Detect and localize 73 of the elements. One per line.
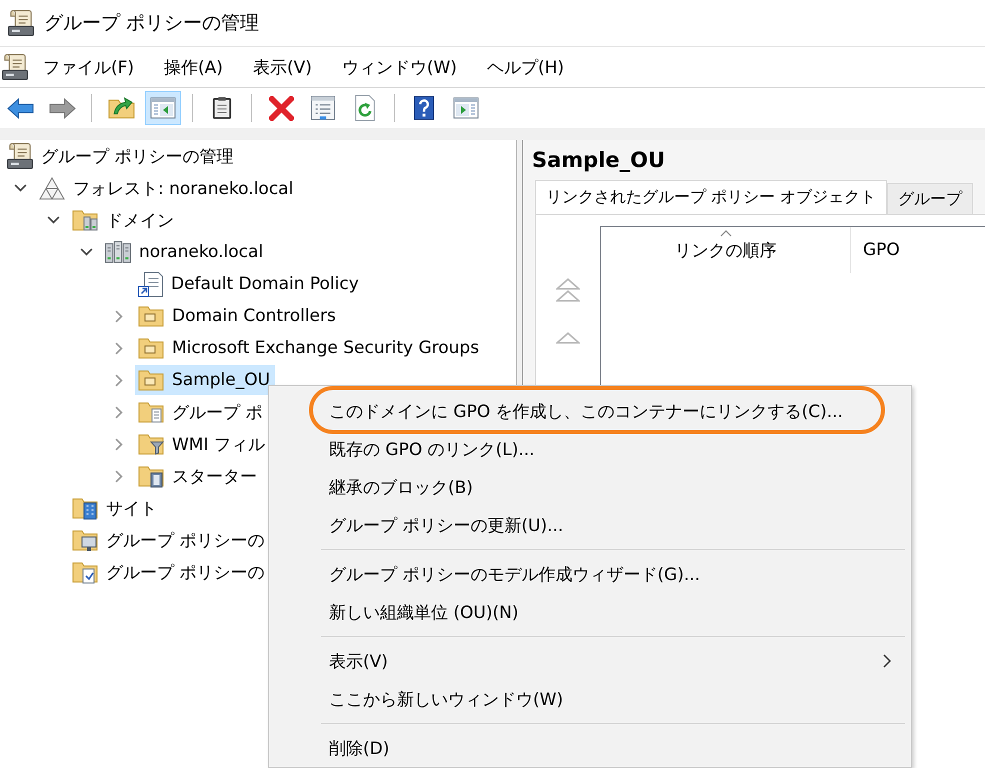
window-panel-icon: [150, 97, 176, 119]
document-shortcut-icon: [138, 272, 163, 296]
sort-caret-icon: [720, 230, 732, 237]
chevron-right-icon[interactable]: [115, 438, 123, 450]
column-header[interactable]: GPO: [851, 227, 912, 273]
menu-item[interactable]: ここから新しいウィンドウ(W): [317, 680, 576, 718]
scroll-computer-icon[interactable]: [2, 54, 28, 80]
tree-item[interactable]: グループ ポリシーの管理: [4, 141, 238, 171]
tree-item[interactable]: Default Domain Policy: [135, 269, 364, 299]
menu-item[interactable]: 削除(D): [317, 729, 402, 767]
delete-icon: [268, 96, 294, 120]
tree-item[interactable]: グループ ポリシーの: [69, 557, 270, 587]
triangles-icon: [39, 176, 65, 200]
tree-item[interactable]: Sample_OU: [135, 365, 276, 395]
tree-item[interactable]: グループ ポ: [135, 397, 268, 427]
chevron-right-icon[interactable]: [115, 342, 123, 354]
chevron-right-icon[interactable]: [115, 310, 123, 322]
menu-item[interactable]: 継承のブロック(B): [317, 468, 485, 506]
chevron-right-icon[interactable]: [115, 470, 123, 482]
folder-report-icon: [72, 560, 98, 584]
menu-item[interactable]: 新しい組織単位 (OU)(N): [317, 593, 530, 631]
arrow-left-icon: [6, 98, 34, 118]
menu-item[interactable]: このドメインに GPO を作成し、このコンテナーにリンクする(C)...: [317, 392, 855, 430]
menu-item[interactable]: グループ ポリシーのモデル作成ウィザード(G)...: [317, 555, 712, 593]
tree-item[interactable]: サイト: [69, 493, 162, 523]
chevron-down-icon[interactable]: [14, 184, 26, 192]
folder-card-icon: [138, 336, 164, 360]
folder-card-icon: [138, 368, 164, 392]
folder-document-icon: [138, 400, 164, 424]
folder-arrow-icon: [108, 97, 134, 119]
tab[interactable]: グループ: [887, 183, 974, 214]
folder-monitor-icon: [72, 528, 98, 552]
menu-item[interactable]: ファイル(F): [28, 52, 150, 82]
folder-notebook-icon: [138, 464, 164, 488]
refresh-icon: [355, 95, 375, 121]
chevron-right-icon[interactable]: [115, 374, 123, 386]
scroll-computer-icon: [8, 10, 34, 36]
tab[interactable]: リンクされたグループ ポリシー オブジェクト: [535, 180, 888, 214]
pane-title: Sample_OU: [531, 147, 666, 174]
menu-item[interactable]: 既存の GPO のリンク(L)...: [317, 430, 547, 468]
tree-item[interactable]: フォレスト: noraneko.local: [36, 173, 298, 203]
console-tree-button[interactable]: [145, 91, 181, 125]
tree-item[interactable]: WMI フィル: [135, 429, 270, 459]
tree-item[interactable]: Microsoft Exchange Security Groups: [135, 333, 484, 363]
scroll-computer-icon: [7, 143, 33, 169]
chevron-down-icon[interactable]: [46, 216, 60, 224]
folder-servers-icon: [72, 208, 98, 232]
tree-item[interactable]: noraneko.local: [102, 237, 268, 267]
menu-item[interactable]: 操作(A): [149, 52, 238, 82]
menu-item[interactable]: ウィンドウ(W): [326, 52, 472, 82]
folder-building-icon: [72, 496, 98, 520]
menu-item[interactable]: グループ ポリシーの更新(U)...: [317, 506, 576, 544]
tree-item[interactable]: ドメイン: [69, 205, 179, 235]
tree-item[interactable]: Domain Controllers: [135, 301, 341, 331]
help-icon: [414, 96, 434, 120]
menu-item[interactable]: 表示(V): [238, 52, 327, 82]
properties-icon: [311, 96, 335, 120]
folder-funnel-icon: [138, 432, 164, 456]
servers-icon: [105, 241, 131, 263]
chevron-down-icon[interactable]: [80, 248, 92, 256]
folder-card-icon: [138, 304, 164, 328]
tree-item[interactable]: グループ ポリシーの: [69, 525, 270, 555]
up-arrow-icon: [556, 332, 580, 344]
menu-item[interactable]: ヘルプ(H): [472, 52, 579, 82]
tree-item[interactable]: スターター: [135, 461, 262, 491]
column-header[interactable]: リンクの順序: [601, 227, 851, 273]
menu-item[interactable]: 表示(V): [317, 642, 911, 680]
arrow-right-icon: [48, 98, 76, 118]
chevron-right-icon: [883, 654, 891, 668]
chevron-right-icon[interactable]: [115, 406, 123, 418]
double-up-arrow-icon: [556, 278, 580, 302]
clipboard-icon: [212, 96, 232, 120]
window-title: グループ ポリシーの管理: [44, 11, 260, 36]
